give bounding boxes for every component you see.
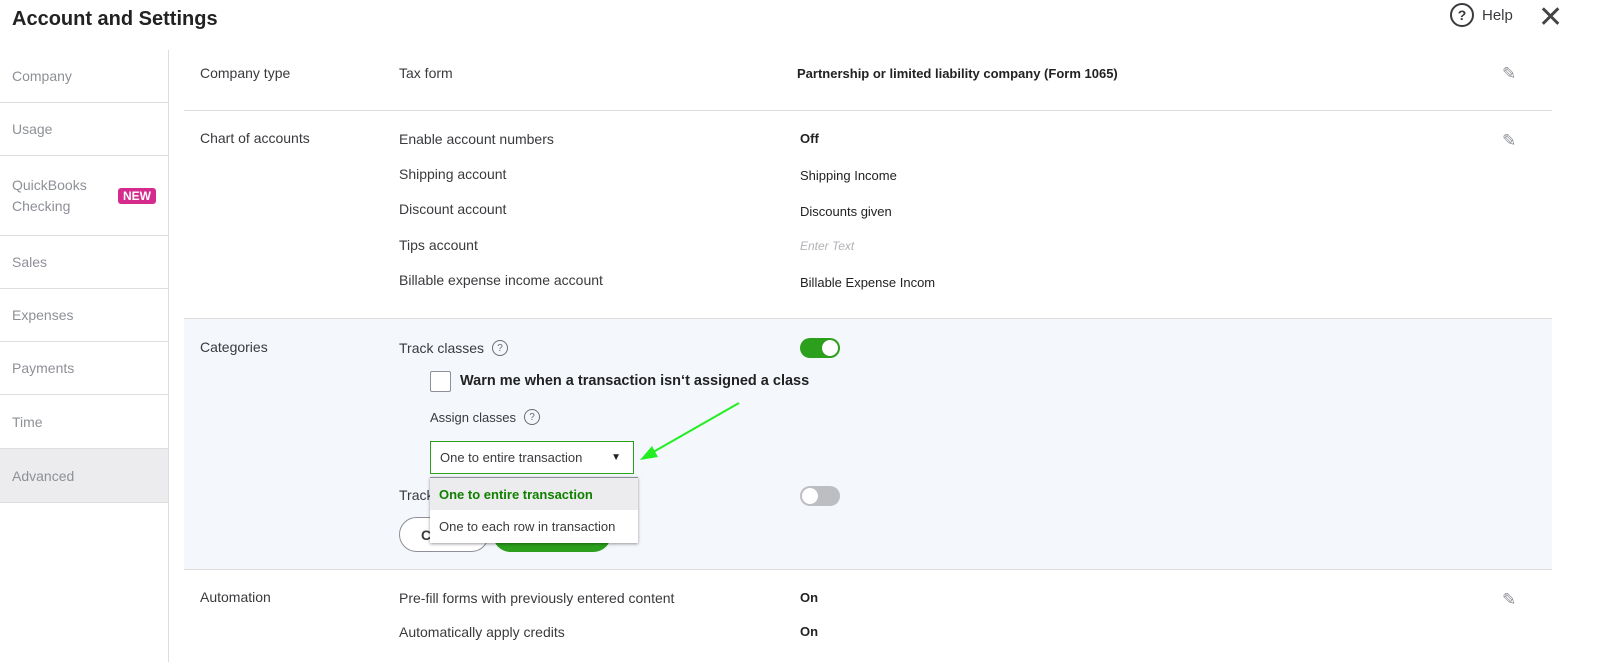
label-text: Assign classes <box>430 409 516 425</box>
warn-checkbox[interactable] <box>430 371 451 392</box>
field-value: Billable Expense Incom <box>800 275 936 290</box>
label-text: Track classes <box>399 340 485 356</box>
section-title: Automation <box>200 589 271 605</box>
track-classes-label: Track classes? <box>399 340 509 356</box>
sidebar: Company Usage QuickBooks Checking NEW Sal… <box>0 50 169 662</box>
section-title: Categories <box>200 339 268 355</box>
help-circle-icon[interactable]: ? <box>492 340 509 356</box>
sidebar-item-advanced[interactable]: Advanced <box>0 449 168 503</box>
field-value: Shipping Income <box>800 168 897 183</box>
section-categories: Categories Track classes? Warn me when a… <box>184 319 1552 570</box>
field-label: Discount account <box>399 201 507 217</box>
pencil-icon[interactable]: ✎ <box>1502 64 1516 84</box>
sidebar-item-label: QuickBooks Checking <box>12 176 87 214</box>
track-label: Track <box>399 487 434 503</box>
sidebar-item-company[interactable]: Company <box>0 50 168 103</box>
assign-classes-select[interactable]: One to entire transaction ▼ <box>430 441 634 474</box>
help-button[interactable]: ? Help <box>1450 3 1513 27</box>
dropdown-option[interactable]: One to each row in transaction <box>430 510 638 542</box>
field-value: Off <box>800 131 819 146</box>
help-circle-icon[interactable]: ? <box>523 409 540 425</box>
caret-down-icon: ▼ <box>611 452 621 463</box>
field-value: On <box>800 624 819 639</box>
section-title: Chart of accounts <box>200 130 310 146</box>
sidebar-item-time[interactable]: Time <box>0 395 168 449</box>
field-label: Tips account <box>399 237 478 253</box>
assign-classes-label: Assign classes? <box>430 409 540 425</box>
field-label: Shipping account <box>399 166 507 182</box>
field-label: Pre-fill forms with previously entered c… <box>399 590 675 606</box>
tax-form-value: Partnership or limited liability company… <box>797 66 1118 81</box>
track-toggle[interactable] <box>800 486 840 506</box>
toggle-knob <box>802 488 818 504</box>
select-value: One to entire transaction <box>440 450 583 465</box>
assign-classes-dropdown: One to entire transaction One to each ro… <box>430 477 638 543</box>
field-label: Billable expense income account <box>399 272 603 288</box>
section-company-type[interactable]: Company type Tax form Partnership or lim… <box>184 50 1552 111</box>
annotation-arrow-icon <box>640 402 740 460</box>
page-title: Account and Settings <box>12 8 218 30</box>
section-title: Company type <box>200 65 291 81</box>
close-icon[interactable]: ✕ <box>1538 0 1563 35</box>
field-label: Enable account numbers <box>399 131 554 147</box>
field-value: Discounts given <box>800 204 892 219</box>
new-badge: NEW <box>118 187 156 204</box>
pencil-icon[interactable]: ✎ <box>1502 590 1516 610</box>
track-classes-toggle[interactable] <box>800 338 840 358</box>
section-automation[interactable]: Automation Pre-fill forms with previousl… <box>184 570 1552 662</box>
field-value: On <box>800 590 819 605</box>
tips-account-placeholder[interactable]: Enter Text <box>800 239 854 253</box>
sidebar-item-usage[interactable]: Usage <box>0 103 168 156</box>
field-label: Automatically apply credits <box>399 624 565 640</box>
help-label: Help <box>1482 6 1513 24</box>
sidebar-item-payments[interactable]: Payments <box>0 342 168 395</box>
toggle-knob <box>822 340 838 356</box>
pencil-icon[interactable]: ✎ <box>1502 131 1516 151</box>
help-icon: ? <box>1450 3 1474 27</box>
dropdown-option-selected[interactable]: One to entire transaction <box>430 478 638 510</box>
field-label: Tax form <box>399 65 453 81</box>
sidebar-item-sales[interactable]: Sales <box>0 236 168 289</box>
warn-label: Warn me when a transaction isn‘t assigne… <box>460 373 810 389</box>
sidebar-item-quickbooks-checking[interactable]: QuickBooks Checking NEW <box>0 156 168 236</box>
section-chart-of-accounts[interactable]: Chart of accounts Enable account numbers… <box>184 111 1552 319</box>
sidebar-item-expenses[interactable]: Expenses <box>0 289 168 342</box>
